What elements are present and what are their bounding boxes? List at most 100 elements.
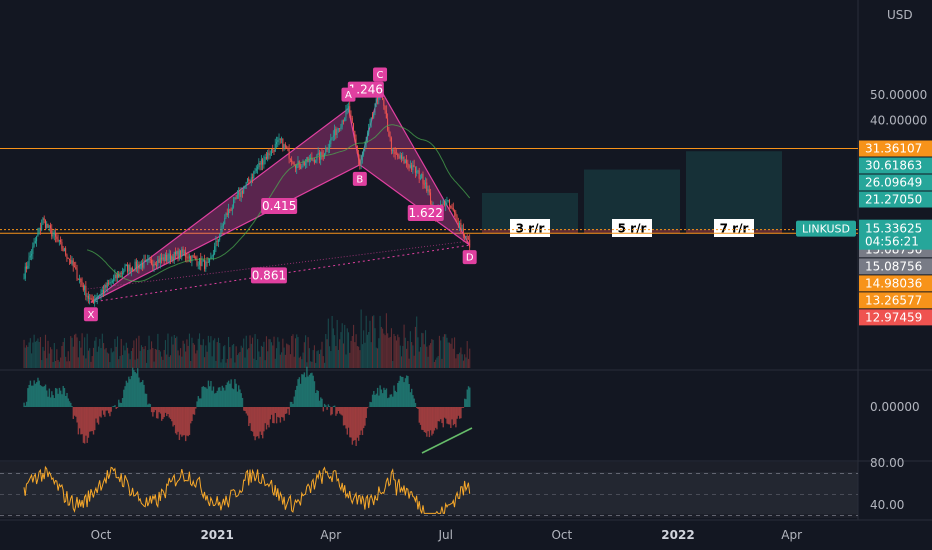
candle-body <box>124 265 126 271</box>
candle-body <box>230 210 232 212</box>
volume-bar <box>382 328 384 368</box>
volume-bar <box>186 339 188 368</box>
candle-body <box>34 241 36 243</box>
candle-body <box>87 295 89 299</box>
point-label-text: B <box>356 174 363 185</box>
macd-bar <box>66 392 68 407</box>
volume-bar <box>239 351 241 368</box>
macd-bar <box>272 407 274 424</box>
candle-body <box>44 220 46 228</box>
volume-bar <box>197 338 199 368</box>
macd-bar <box>100 407 102 418</box>
volume-bar <box>282 338 284 368</box>
volume-bar <box>335 346 337 368</box>
volume-bar <box>156 349 158 368</box>
volume-bar <box>313 345 315 368</box>
candle-body <box>294 165 296 169</box>
macd-bar <box>269 407 271 420</box>
volume-bar <box>373 315 375 368</box>
macd-bar <box>452 407 455 426</box>
volume-bar <box>190 360 192 368</box>
volume-bar <box>389 336 391 368</box>
volume-bar <box>400 356 403 368</box>
candle-body <box>85 285 87 297</box>
chart-canvas[interactable]: 3 r/r 5 r/r 7 r/r 0.4150.8611.2461.622 XAB… <box>0 0 932 550</box>
macd-bar <box>355 407 357 446</box>
macd-bar <box>292 403 294 407</box>
volume-bar <box>276 348 278 368</box>
candle-body <box>47 223 49 228</box>
volume-bar <box>154 349 156 368</box>
candle-body <box>101 290 103 293</box>
macd-bar <box>395 392 398 407</box>
macd-bar <box>54 387 57 407</box>
macd-bar <box>215 392 217 407</box>
candle-body <box>340 126 342 129</box>
macd-bar <box>121 398 124 407</box>
volume-bar <box>258 351 260 368</box>
macd-bar <box>191 407 193 422</box>
candle-body <box>389 136 391 138</box>
candle-body <box>413 165 415 168</box>
volume-bar <box>377 348 379 368</box>
volume-bar <box>413 355 415 368</box>
volume-bar <box>263 341 265 368</box>
volume-bar <box>407 341 409 368</box>
volume-bar <box>417 337 419 368</box>
macd-bar <box>142 380 144 407</box>
volume-bar <box>226 358 228 368</box>
candle-body <box>292 161 294 164</box>
candle-body <box>97 295 99 298</box>
macd-bar <box>126 382 129 407</box>
candle-body <box>86 295 88 297</box>
volume-bar <box>215 360 217 368</box>
macd-bar <box>466 389 468 407</box>
candle-body <box>215 241 217 247</box>
macd-bar <box>308 374 311 407</box>
volume-bar <box>181 356 183 368</box>
time-tick-label: Apr <box>320 528 341 542</box>
candle-body <box>202 260 204 262</box>
macd-bar <box>325 405 327 407</box>
macd-bar <box>299 383 302 407</box>
volume-bar <box>143 349 145 368</box>
volume-bar <box>198 333 201 368</box>
macd-bar <box>340 407 342 415</box>
candle-body <box>421 173 423 179</box>
candle-body <box>65 248 67 255</box>
candle-body <box>385 110 387 119</box>
macd-bar <box>167 407 169 415</box>
volume-bar <box>337 349 339 368</box>
volume-bar <box>303 342 305 368</box>
volume-bar <box>216 342 218 368</box>
candle-body <box>269 154 271 156</box>
target-label: 5 r/r <box>612 219 652 237</box>
macd-bar <box>27 388 29 407</box>
macd-bar <box>469 387 471 407</box>
macd-bar <box>150 407 153 413</box>
candle-body <box>416 170 418 173</box>
volume-bar <box>135 338 137 368</box>
volume-bar <box>113 351 115 368</box>
macd-bar <box>104 407 106 417</box>
volume-bar <box>298 357 300 368</box>
volume-bar <box>222 346 225 368</box>
volume-bar <box>353 324 355 368</box>
volume-bar <box>65 356 67 368</box>
volume-bar <box>185 351 187 368</box>
volume-bar <box>331 315 333 368</box>
volume-bar <box>374 328 376 368</box>
candle-body <box>151 260 153 265</box>
candle-body <box>153 263 155 267</box>
macd-bar <box>140 381 143 407</box>
candle-body <box>106 282 108 288</box>
candle-body <box>299 167 301 169</box>
macd-bar <box>383 387 385 407</box>
candle-body <box>39 227 41 230</box>
candle-body <box>201 261 203 266</box>
macd-bar <box>99 407 101 417</box>
macd-bar <box>427 407 429 432</box>
candle-body <box>104 284 106 293</box>
macd-bar <box>311 372 313 407</box>
candle-body <box>349 106 351 116</box>
